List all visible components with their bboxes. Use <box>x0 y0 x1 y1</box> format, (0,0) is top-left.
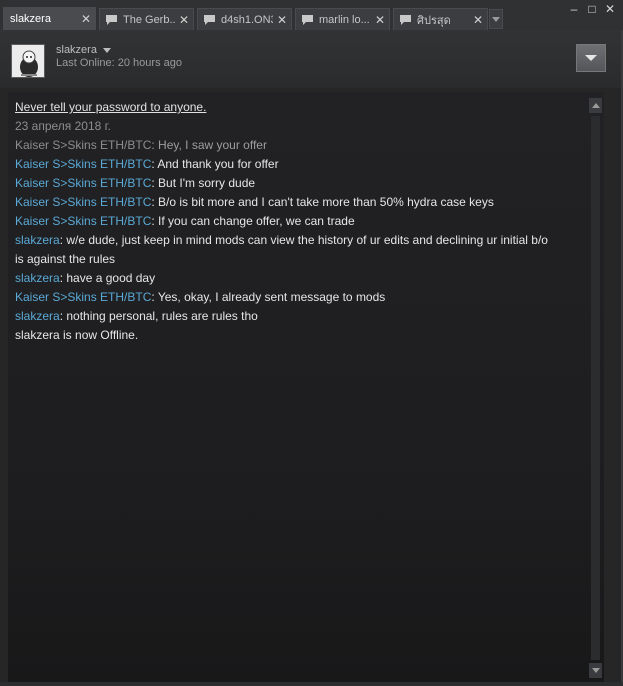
message-sender[interactable]: slakzera <box>15 233 60 247</box>
chat-message: Kaiser S>Skins ETH/BTC: B/o is bit more … <box>15 193 550 212</box>
message-text: : Yes, okay, I already sent message to m… <box>151 290 386 304</box>
message-text: : If you can change offer, we can trade <box>151 214 355 228</box>
minimize-button[interactable]: – <box>566 2 582 16</box>
message-sender[interactable]: Kaiser S>Skins ETH/BTC <box>15 214 151 228</box>
avatar[interactable] <box>11 44 45 78</box>
chevron-down-icon <box>585 55 597 61</box>
chat-messages: Never tell your password to anyone. 23 а… <box>15 98 550 345</box>
chat-message: Kaiser S>Skins ETH/BTC: If you can chang… <box>15 212 550 231</box>
chat-date: 23 апреля 2018 г. <box>15 119 111 133</box>
tab-slakzera[interactable]: slakzera ✕ <box>3 7 96 30</box>
arrow-up-icon <box>591 103 600 108</box>
tab-thai-contact[interactable]: ศิปรสุด ✕ <box>393 8 488 30</box>
security-warning: Never tell your password to anyone. <box>15 100 207 114</box>
chevron-down-icon[interactable] <box>103 48 111 53</box>
chat-message: Kaiser S>Skins ETH/BTC: Yes, okay, I alr… <box>15 288 550 307</box>
tab-label: slakzera <box>10 13 51 25</box>
tab-label: marlin lo... <box>319 13 370 26</box>
chat-message: slakzera: have a good day <box>15 269 550 288</box>
maximize-button[interactable]: □ <box>584 2 600 16</box>
message-text: : But I'm sorry dude <box>151 176 256 190</box>
tab-overflow-button[interactable] <box>489 9 503 29</box>
arrow-down-icon <box>591 668 600 673</box>
message-sender[interactable]: Kaiser S>Skins ETH/BTC <box>15 290 151 304</box>
tab-label: d4sh1.ON3 <box>221 13 273 26</box>
status-line: slakzera is now Offline. <box>15 328 139 342</box>
tab-strip: slakzera ✕ The Gerb... ✕ d4sh1.ON3 ✕ mar… <box>0 0 623 30</box>
chat-bubble-icon <box>400 14 411 25</box>
scroll-track[interactable] <box>591 116 600 660</box>
chat-message: Kaiser S>Skins ETH/BTC: And thank you fo… <box>15 155 550 174</box>
message-text: : B/o is bit more and I can't take more … <box>151 195 494 209</box>
message-sender[interactable]: Kaiser S>Skins ETH/BTC <box>15 138 151 152</box>
message-sender[interactable]: Kaiser S>Skins ETH/BTC <box>15 195 151 209</box>
message-sender[interactable]: slakzera <box>15 271 60 285</box>
message-sender[interactable]: Kaiser S>Skins ETH/BTC <box>15 157 151 171</box>
last-online-status: Last Online: 20 hours ago <box>56 57 182 69</box>
close-icon[interactable]: ✕ <box>473 13 483 27</box>
tab-label: ศิปรสุด <box>417 14 451 27</box>
message-sender[interactable]: Kaiser S>Skins ETH/BTC <box>15 176 151 190</box>
scroll-down-button[interactable] <box>589 663 602 678</box>
tab-d4sh1[interactable]: d4sh1.ON3 ✕ <box>197 8 292 30</box>
chat-bubble-icon <box>302 14 313 25</box>
chat-bubble-icon <box>204 14 215 25</box>
chat-scrollbar[interactable] <box>589 98 602 678</box>
message-text: : nothing personal, rules are rules tho <box>59 309 258 323</box>
close-icon[interactable]: ✕ <box>81 12 91 26</box>
message-text: : w/e dude, just keep in mind mods can v… <box>15 233 548 266</box>
message-text: : And thank you for offer <box>151 157 279 171</box>
chat-message: slakzera: w/e dude, just keep in mind mo… <box>15 231 550 269</box>
close-window-button[interactable]: ✕ <box>602 2 618 16</box>
message-text: : Hey, I saw your offer <box>151 138 267 152</box>
message-text: : have a good day <box>59 271 156 285</box>
chat-message: Kaiser S>Skins ETH/BTC: But I'm sorry du… <box>15 174 550 193</box>
scroll-up-button[interactable] <box>589 98 602 113</box>
chat-bubble-icon <box>106 14 117 25</box>
chevron-down-icon <box>492 16 500 22</box>
avatar-image <box>12 45 44 77</box>
tab-the-gerb[interactable]: The Gerb... ✕ <box>99 8 194 30</box>
friend-options-button[interactable] <box>576 44 606 72</box>
chat-message: Kaiser S>Skins ETH/BTC: Hey, I saw your … <box>15 136 550 155</box>
tab-marlin[interactable]: marlin lo... ✕ <box>295 8 390 30</box>
close-icon[interactable]: ✕ <box>179 13 189 27</box>
close-icon[interactable]: ✕ <box>375 13 385 27</box>
message-list: Kaiser S>Skins ETH/BTC: Hey, I saw your … <box>15 136 550 326</box>
chat-log[interactable]: Never tell your password to anyone. 23 а… <box>8 92 604 682</box>
close-icon[interactable]: ✕ <box>277 13 287 27</box>
message-sender[interactable]: slakzera <box>15 309 60 323</box>
window-border-bottom <box>0 682 623 686</box>
profile-header: slakzera Last Online: 20 hours ago <box>0 30 623 88</box>
chat-message: slakzera: nothing personal, rules are ru… <box>15 307 550 326</box>
profile-username[interactable]: slakzera <box>56 44 97 56</box>
tab-label: The Gerb... <box>123 13 175 26</box>
